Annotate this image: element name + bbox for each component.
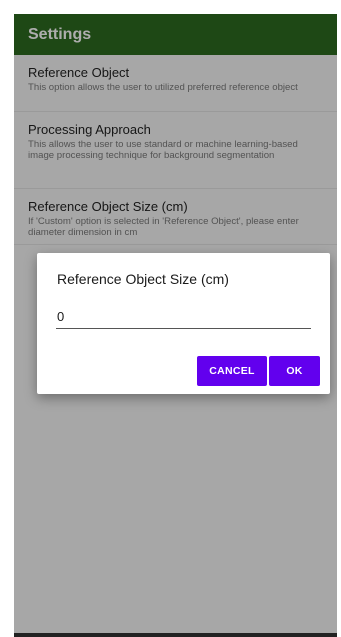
size-input[interactable]	[56, 306, 311, 329]
dialog-title: Reference Object Size (cm)	[57, 271, 229, 287]
app-screen: Settings Reference Object This option al…	[14, 14, 337, 637]
size-dialog: Reference Object Size (cm) CANCEL OK	[37, 253, 330, 394]
navigation-bar	[14, 633, 337, 637]
ok-button[interactable]: OK	[269, 356, 320, 386]
cancel-button[interactable]: CANCEL	[197, 356, 267, 386]
